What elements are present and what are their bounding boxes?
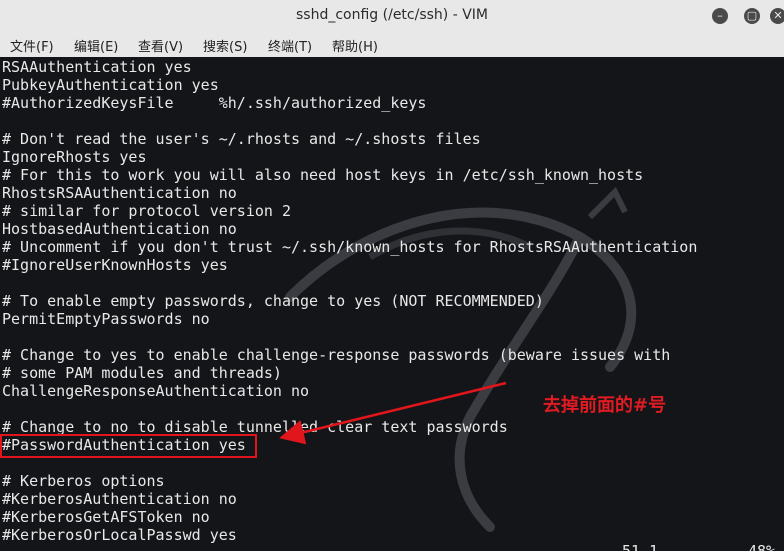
- window-title: sshd_config (/etc/ssh) - VIM: [296, 7, 488, 23]
- menu-search[interactable]: 搜索(S): [203, 36, 247, 55]
- menu-terminal[interactable]: 终端(T): [268, 36, 312, 55]
- annotation-arrow: [279, 381, 507, 445]
- maximize-icon[interactable]: ▢: [744, 8, 760, 24]
- scroll-percent: 48%: [748, 542, 776, 551]
- window-titlebar[interactable]: sshd_config (/etc/ssh) - VIM – ▢ ✕: [0, 0, 784, 34]
- minimize-icon[interactable]: –: [712, 8, 728, 24]
- menu-view[interactable]: 查看(V): [138, 36, 183, 55]
- cursor-position: 51,1: [622, 542, 659, 551]
- menu-file[interactable]: 文件(F): [10, 36, 54, 55]
- annotation-label: 去掉前面的#号: [543, 395, 667, 416]
- menu-bar: 文件(F) 编辑(E) 查看(V) 搜索(S) 终端(T) 帮助(H): [0, 33, 784, 57]
- menu-help[interactable]: 帮助(H): [332, 36, 378, 55]
- terminal-area[interactable]: RSAAuthentication yes PubkeyAuthenticatio…: [0, 57, 784, 551]
- menu-edit[interactable]: 编辑(E): [74, 36, 118, 55]
- close-icon[interactable]: ✕: [770, 8, 784, 24]
